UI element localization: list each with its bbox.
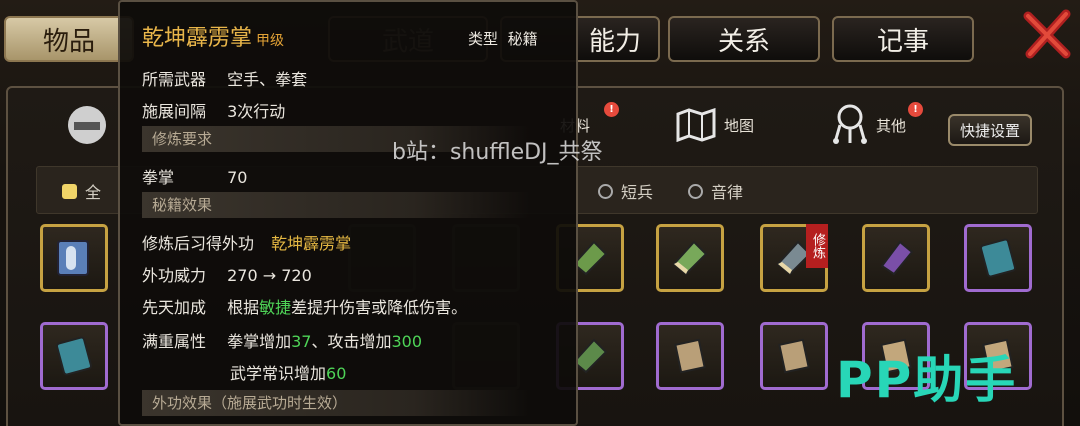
innate-row: 先天加成 根据敏捷差提升伤害或降低伤害。 [142, 294, 467, 318]
weapon-row: 所需武器 空手、拳套 [142, 66, 307, 90]
external-effect-header: 外功效果（施展武功时生效） [142, 390, 530, 416]
skill-name: 乾坤霹雳掌 [142, 26, 253, 51]
full-attr-line1: 拳掌增加37、攻击增加300 [227, 332, 422, 351]
shortcut-settings-button[interactable]: 快捷设置 [948, 114, 1032, 146]
book-icon [672, 240, 708, 276]
item-slot[interactable] [40, 224, 108, 292]
power-label: 外功威力 [142, 266, 207, 285]
full-attr-number: 37 [291, 332, 312, 351]
radio-icon [598, 183, 613, 199]
full-attr-number: 300 [391, 332, 423, 351]
book-icon [57, 240, 89, 276]
filter-short-weapon-label: 短兵 [621, 183, 654, 202]
checkbox-icon [62, 183, 77, 199]
full-attr-row: 满重属性 拳掌增加37、攻击增加300 [142, 328, 422, 352]
full-attr-text: 拳掌增加 [227, 332, 292, 351]
item-slot[interactable]: 修炼 [760, 224, 828, 292]
interval-row: 施展间隔 3次行动 [142, 98, 285, 122]
requirement-value: 70 [227, 168, 248, 187]
learn-label: 修炼后习得外功 [142, 234, 255, 253]
requirement-label: 拳掌 [142, 168, 175, 187]
filter-all-label: 全 [85, 183, 102, 202]
innate-pre: 根据 [227, 298, 260, 317]
tab-ability-label: 能力 [588, 26, 641, 57]
item-slot[interactable] [862, 224, 930, 292]
filter-all[interactable]: 全 [62, 179, 101, 203]
item-slot[interactable] [964, 224, 1032, 292]
filter-music[interactable]: 音律 [688, 179, 743, 203]
helmet-icon [68, 106, 106, 144]
learn-value: 乾坤霹雳掌 [271, 234, 352, 253]
item-slot[interactable] [656, 224, 724, 292]
video-watermark: b站：shuffleDJ_共祭 [392, 140, 603, 165]
cultivating-badge: 修炼 [806, 224, 828, 268]
game-screen: { "tabs": { "items": "物品", "martial": "武… [0, 0, 1080, 426]
full-attr-line2: 武学常识增加60 [230, 360, 346, 384]
tooltip-title: 乾坤霹雳掌 甲级 [142, 20, 284, 52]
innate-post: 差提升伤害或降低伤害。 [291, 298, 468, 317]
radio-icon [688, 183, 703, 199]
category-helmet[interactable] [64, 100, 110, 150]
requirement-row: 拳掌 70 [142, 164, 247, 188]
category-map[interactable]: 地图 [676, 100, 754, 150]
filter-music-label: 音律 [711, 183, 744, 202]
tab-notes[interactable]: 记事 [832, 16, 974, 62]
type-value: 秘籍 [507, 30, 538, 48]
learn-row: 修炼后习得外功 乾坤霹雳掌 [142, 230, 351, 254]
book-icon [980, 238, 1016, 278]
scroll-icon [778, 338, 810, 374]
filter-short-weapon[interactable]: 短兵 [598, 179, 653, 203]
innate-label: 先天加成 [142, 298, 207, 317]
pp-assistant-logo: PP助手 [836, 351, 1018, 409]
book-icon [880, 240, 914, 276]
skill-book-tooltip: 乾坤霹雳掌 甲级 类型 秘籍 所需武器 空手、拳套 施展间隔 3次行动 修炼要求 … [118, 0, 578, 426]
interval-value: 3次行动 [227, 102, 286, 121]
weapon-label: 所需武器 [142, 70, 207, 89]
book-icon [56, 336, 92, 376]
tab-relation[interactable]: 关系 [668, 16, 820, 62]
category-other[interactable]: 其他 ! [832, 100, 923, 150]
type-label: 类型 [468, 30, 499, 48]
item-slot[interactable] [760, 322, 828, 390]
power-value: 270 → 720 [227, 266, 312, 285]
full-attr-text: 、攻击增加 [311, 332, 392, 351]
category-map-label: 地图 [724, 116, 755, 135]
item-slot[interactable] [40, 322, 108, 390]
interval-label: 施展间隔 [142, 102, 207, 121]
effect-header: 秘籍效果 [142, 192, 530, 218]
other-alert-dot: ! [908, 102, 923, 117]
material-alert-dot: ! [604, 102, 619, 117]
innate-key: 敏捷 [259, 298, 292, 317]
tab-items[interactable]: 物品 [4, 16, 134, 62]
weapon-value: 空手、拳套 [227, 70, 308, 89]
map-icon [676, 108, 716, 142]
full-attr-text: 武学常识增加 [230, 364, 327, 383]
full-attr-number: 60 [326, 364, 347, 383]
close-icon[interactable] [1022, 8, 1074, 60]
full-attr-label: 满重属性 [142, 332, 207, 351]
category-other-label: 其他 [876, 116, 907, 135]
orb-icon [833, 104, 867, 144]
power-row: 外功威力 270 → 720 [142, 262, 312, 286]
item-slot[interactable] [656, 322, 724, 390]
scroll-icon [674, 338, 706, 374]
skill-grade: 甲级 [256, 33, 285, 49]
type-row: 类型 秘籍 [468, 28, 538, 49]
